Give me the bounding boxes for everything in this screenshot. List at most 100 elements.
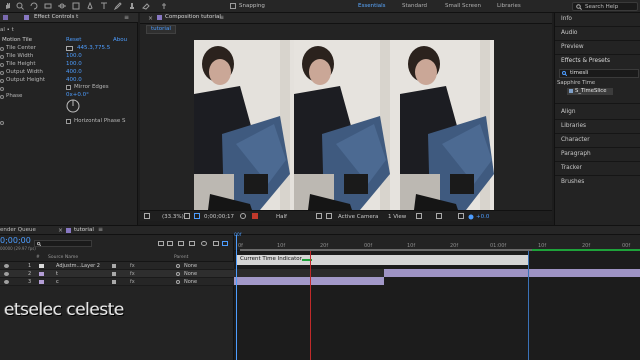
timeline-link-icon[interactable] xyxy=(458,213,464,219)
workspace-essentials[interactable]: Essentials xyxy=(358,3,386,9)
close-icon[interactable]: × xyxy=(148,15,153,22)
layer-bar-adjustment[interactable]: Current Time Indicator xyxy=(236,255,528,265)
pen-tool-icon[interactable] xyxy=(86,2,94,10)
mask-tool-icon[interactable] xyxy=(72,2,80,10)
panel-paragraph[interactable]: Paragraph xyxy=(561,151,591,157)
snapshot-icon[interactable] xyxy=(240,213,246,219)
stopwatch-icon[interactable] xyxy=(0,79,4,83)
transparency-grid-icon[interactable] xyxy=(326,213,332,219)
panel-libraries[interactable]: Libraries xyxy=(561,123,586,129)
toggle-pixel-aspect-icon[interactable] xyxy=(416,213,422,219)
workspace-standard[interactable]: Standard xyxy=(402,3,427,9)
layer-row[interactable]: 1 Adjustm...Layer 2 fx None xyxy=(0,262,234,270)
composition-frame[interactable] xyxy=(140,24,552,210)
pick-whip-icon[interactable] xyxy=(176,272,180,276)
pan-behind-tool-icon[interactable] xyxy=(58,2,66,10)
camera-tool-icon[interactable] xyxy=(44,2,52,10)
pick-whip-icon[interactable] xyxy=(176,280,180,284)
stopwatch-icon[interactable] xyxy=(0,71,4,75)
stopwatch-icon[interactable] xyxy=(0,47,4,51)
crosshair-icon[interactable] xyxy=(66,46,73,51)
work-area-end-marker[interactable] xyxy=(532,249,640,251)
search-help-field[interactable]: Search Help xyxy=(572,2,638,11)
panel-menu-icon[interactable]: ≡ xyxy=(98,226,103,233)
effect-group-sapphire-time[interactable]: Sapphire Time xyxy=(557,80,595,86)
brush-tool-icon[interactable] xyxy=(114,2,122,10)
motion-blur-icon[interactable] xyxy=(201,241,207,246)
panel-audio[interactable]: Audio xyxy=(561,30,577,36)
panel-brushes[interactable]: Brushes xyxy=(561,179,584,185)
clone-stamp-tool-icon[interactable] xyxy=(128,2,136,10)
layer-bar-t[interactable] xyxy=(384,269,640,277)
layer-parent[interactable]: None xyxy=(184,263,197,269)
panel-tracker[interactable]: Tracker xyxy=(561,165,582,171)
value-tile-width[interactable]: 100.0 xyxy=(66,53,82,59)
eraser-tool-icon[interactable] xyxy=(142,2,150,10)
brainstorm-icon[interactable] xyxy=(222,241,228,246)
zoom-dropdown[interactable]: (33.3%) xyxy=(162,214,184,220)
eye-icon[interactable] xyxy=(4,280,9,284)
layer-parent[interactable]: None xyxy=(184,271,197,277)
workspace-libraries[interactable]: Libraries xyxy=(497,3,521,9)
stopwatch-icon[interactable] xyxy=(0,121,4,125)
eye-icon[interactable] xyxy=(4,264,9,268)
layer-label-swatch[interactable] xyxy=(39,264,44,268)
hide-shy-layers-icon[interactable] xyxy=(178,241,184,246)
fast-previews-icon[interactable] xyxy=(436,213,442,219)
zoom-tool-icon[interactable] xyxy=(16,2,24,10)
resolution-dropdown[interactable]: Half xyxy=(276,214,287,220)
layer-search-field[interactable] xyxy=(34,240,92,247)
playhead-line[interactable] xyxy=(236,235,237,360)
timecode-display[interactable]: 0;00;00;17 xyxy=(204,214,234,220)
camera-dropdown[interactable]: Active Camera xyxy=(338,214,378,220)
panel-effects-presets[interactable]: Effects & Presets xyxy=(561,58,610,64)
panel-preview[interactable]: Preview xyxy=(561,44,584,50)
panel-info[interactable]: Info xyxy=(561,16,572,22)
tab-render-queue[interactable]: ender Queue xyxy=(0,227,36,233)
phase-dial[interactable] xyxy=(66,99,80,113)
layer-row[interactable]: 2 t fx None xyxy=(0,270,234,278)
resolution-grid-icon[interactable] xyxy=(184,213,190,219)
switch-icon[interactable] xyxy=(112,272,116,276)
frame-blending-icon[interactable] xyxy=(189,241,195,246)
panel-menu-icon[interactable]: ≡ xyxy=(219,14,224,21)
current-time-display[interactable]: 0;00;00 xyxy=(0,236,31,245)
value-output-height[interactable]: 400.0 xyxy=(66,77,82,83)
value-output-width[interactable]: 400.0 xyxy=(66,69,82,75)
close-icon[interactable]: × xyxy=(58,227,63,234)
graph-editor-icon[interactable] xyxy=(213,241,219,246)
puppet-tool-icon[interactable] xyxy=(160,2,168,10)
stopwatch-icon[interactable] xyxy=(0,55,4,59)
pick-whip-icon[interactable] xyxy=(176,264,180,268)
fx-switch-icon[interactable]: fx xyxy=(130,271,135,277)
stopwatch-icon[interactable] xyxy=(0,63,4,67)
reset-button[interactable]: Reset xyxy=(66,37,81,43)
layer-label-swatch[interactable] xyxy=(39,272,44,276)
fx-switch-icon[interactable]: fx xyxy=(130,279,135,285)
layer-name[interactable]: c xyxy=(56,279,59,285)
always-preview-icon[interactable] xyxy=(144,213,150,219)
value-tile-height[interactable]: 100.0 xyxy=(66,61,82,67)
horizontal-phase-checkbox[interactable] xyxy=(66,119,71,124)
layer-bar-c[interactable] xyxy=(234,277,384,285)
about-button[interactable]: Abou xyxy=(113,37,127,43)
effects-search-field[interactable]: timesli xyxy=(559,69,639,78)
exposure-icon[interactable] xyxy=(468,214,474,220)
mask-visibility-icon[interactable] xyxy=(194,213,200,219)
hand-tool-icon[interactable] xyxy=(4,2,12,10)
layer-label-swatch[interactable] xyxy=(39,280,44,284)
type-tool-icon[interactable] xyxy=(100,2,108,10)
layer-parent[interactable]: None xyxy=(184,279,197,285)
work-area-bar[interactable] xyxy=(240,249,532,251)
composition-subtab[interactable]: tutorial xyxy=(146,25,176,34)
stopwatch-icon[interactable] xyxy=(0,87,4,91)
panel-menu-icon[interactable]: ≡ xyxy=(124,14,129,21)
stopwatch-icon[interactable] xyxy=(0,95,4,99)
layer-name[interactable]: Adjustm...Layer 2 xyxy=(56,263,100,269)
comp-flowchart-icon[interactable] xyxy=(158,241,164,246)
draft-3d-icon[interactable] xyxy=(167,241,173,246)
tab-composition[interactable]: Composition tutorial xyxy=(165,14,221,20)
exposure-value[interactable]: +0.0 xyxy=(476,214,489,220)
layer-row[interactable]: 3 c fx None xyxy=(0,278,234,286)
effect-item-selected[interactable]: S_TimeSlice xyxy=(567,88,613,95)
